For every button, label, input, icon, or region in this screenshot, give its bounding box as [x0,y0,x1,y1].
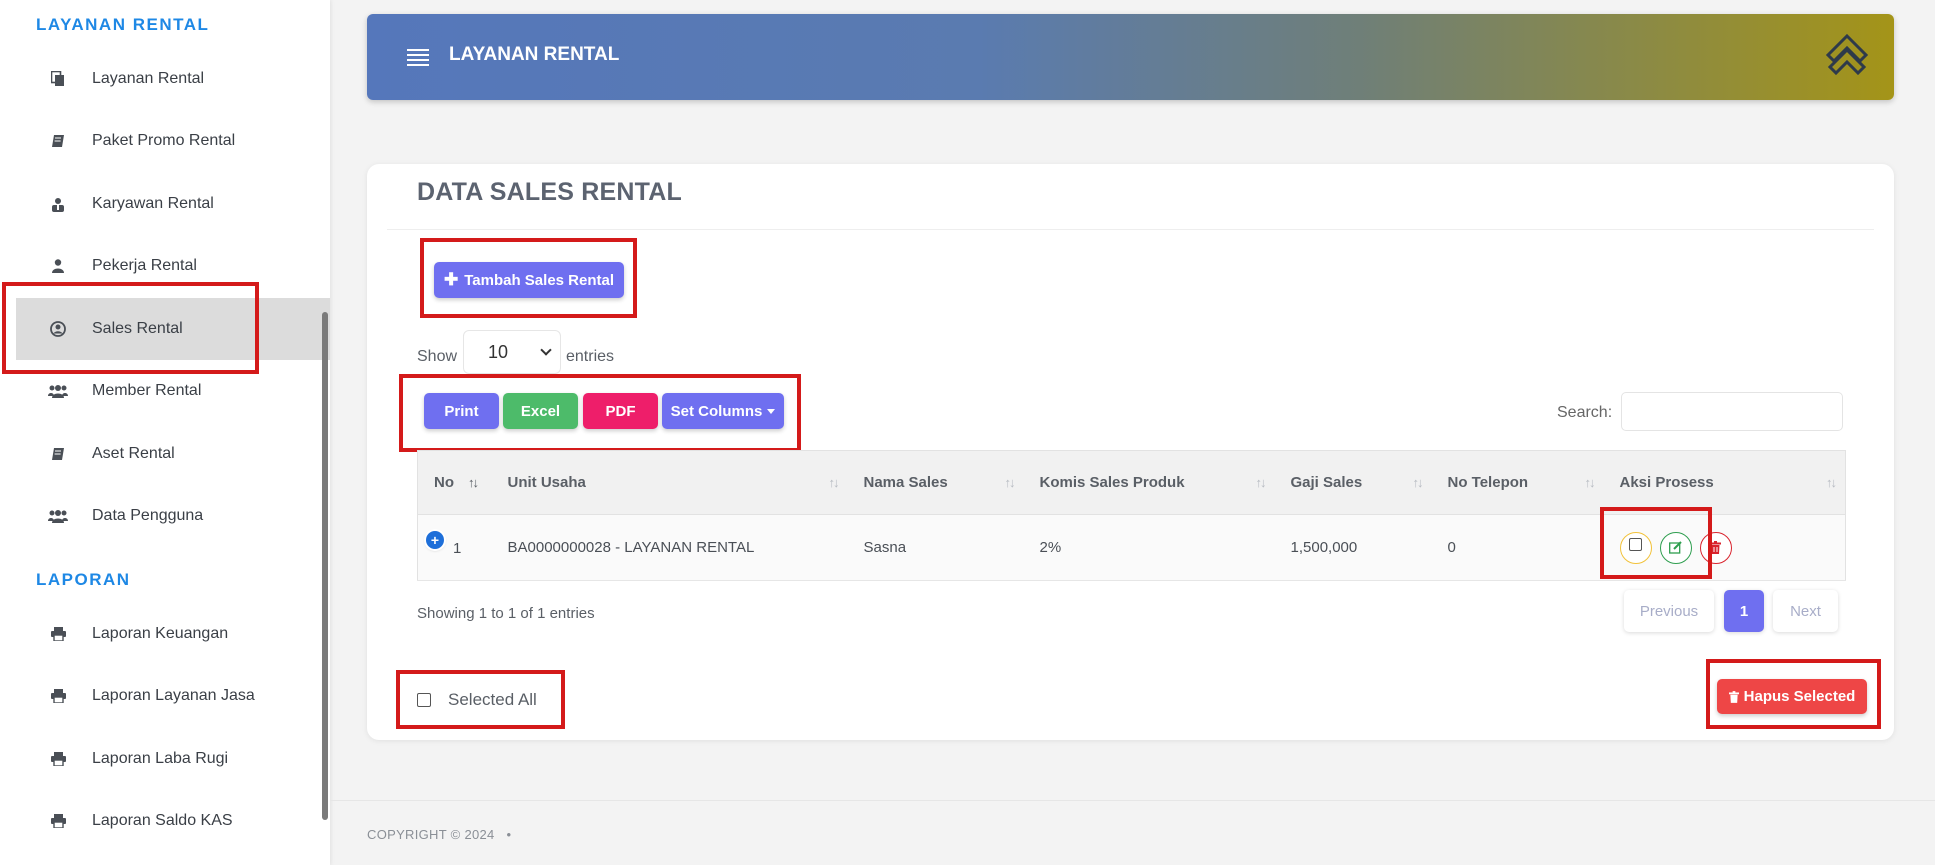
book-icon [46,447,70,461]
print-icon [46,627,70,641]
column-header-telepon[interactable]: No Telepon ↑↓ [1431,450,1604,515]
set-columns-button[interactable]: Set Columns [662,393,784,429]
search-label: Search: [1557,404,1613,421]
add-sales-label: Tambah Sales Rental [464,271,615,289]
set-columns-label: Set Columns [670,402,763,420]
sort-icon: ↑↓ [1004,475,1016,490]
pagination-page-1[interactable]: 1 [1724,590,1764,632]
top-header: LAYANAN RENTAL [367,14,1894,100]
entries-select[interactable]: 10 [463,330,561,374]
print-icon [46,689,70,703]
sidebar-item-laporan-keuangan[interactable]: Laporan Keuangan [16,603,330,665]
sort-icon: ↑↓ [1412,475,1424,490]
plus-icon: ✚ [443,270,459,289]
show-label: Show [417,348,458,365]
users-icon [46,509,70,523]
sort-icon: ↑↓ [1826,475,1837,490]
sidebar-item-karyawan-rental[interactable]: Karyawan Rental [16,173,330,235]
column-header-no[interactable]: No ↑↓ [417,450,492,515]
column-header-komisi[interactable]: Komis Sales Produk ↑↓ [1023,450,1275,515]
cell-telepon: 0 [1431,514,1604,581]
table-header-row: No ↑↓ Unit Usaha ↑↓ Nama Sales ↑↓ Komis Sal… [417,450,1846,515]
pagination-previous[interactable]: Previous [1624,590,1714,632]
sidebar-item-laporan-saldo-kas[interactable]: Laporan Saldo KAS [16,790,330,852]
table-info: Showing 1 to 1 of 1 entries [417,605,595,622]
caret-down-icon [767,408,776,414]
search-input[interactable] [1621,392,1843,431]
sidebar-scrollbar[interactable] [322,312,328,820]
pagination-next[interactable]: Next [1773,590,1838,632]
chevron-down-icon [540,344,552,356]
sidebar-item-data-pengguna[interactable]: Data Pengguna [16,485,330,547]
app-logo-icon [1822,32,1872,82]
column-header-unit-usaha[interactable]: Unit Usaha ↑↓ [491,450,848,515]
sidebar-item-label: Laporan Layanan Jasa [92,687,255,704]
add-sales-button[interactable]: ✚ Tambah Sales Rental [434,262,624,298]
footer-divider [330,800,1935,801]
select-all-checkbox[interactable]: Selected All [417,690,537,710]
checkbox-icon [417,693,431,707]
cell-gaji: 1,500,000 [1274,514,1432,581]
data-card: DATA SALES RENTAL ✚ Tambah Sales Rental … [367,164,1894,740]
cell-nama-sales: Sasna [847,514,1024,581]
select-all-label: Selected All [448,690,537,709]
delete-selected-button[interactable]: Hapus Selected [1717,679,1867,714]
sort-icon: ↑↓ [1584,475,1596,490]
sort-icon: ↑↓ [1255,475,1267,490]
print-icon [46,814,70,828]
trash-icon [1728,690,1739,703]
sidebar-item-laporan-layanan-jasa[interactable]: Laporan Layanan Jasa [16,665,330,727]
sidebar-item-label: Pekerja Rental [92,257,197,274]
sidebar: LAYANAN RENTAL Layanan Rental Paket Prom… [0,0,330,865]
cell-unit-usaha: BA0000000028 - LAYANAN RENTAL [491,514,848,581]
expand-row-icon[interactable]: + [426,530,444,549]
sidebar-item-label: Karyawan Rental [92,195,214,212]
sidebar-item-label: Paket Promo Rental [92,132,236,149]
sidebar-section-layanan: LAYANAN RENTAL [36,15,210,34]
cell-no: +1 [417,514,492,581]
sidebar-item-label: Laporan Saldo KAS [92,812,233,829]
sidebar-item-label: Layanan Rental [92,70,205,87]
sidebar-item-label: Aset Rental [92,445,175,462]
separator-dot: • [506,827,512,842]
sidebar-item-label: Member Rental [92,382,202,399]
page-title: DATA SALES RENTAL [417,178,682,206]
footer: COPYRIGHT © 2024 • [367,827,511,842]
sidebar-item-aset-rental[interactable]: Aset Rental [16,423,330,485]
sidebar-item-label: Laporan Keuangan [92,625,229,642]
cell-komisi: 2% [1023,514,1275,581]
sidebar-item-paket-promo-rental[interactable]: Paket Promo Rental [16,110,330,172]
hamburger-menu-icon[interactable] [407,49,429,66]
user-tie-icon [46,197,70,212]
user-icon [46,259,70,273]
book-icon [46,134,70,148]
sort-icon: ↑↓ [828,475,840,490]
sidebar-item-layanan-rental[interactable]: Layanan Rental [16,48,330,110]
sidebar-item-label: Laporan Laba Rugi [92,750,229,767]
copy-icon [46,71,70,87]
divider [387,229,1874,230]
header-title: LAYANAN RENTAL [449,44,620,65]
excel-button[interactable]: Excel [503,393,578,429]
highlight-box-actions [1600,507,1712,579]
print-icon [46,752,70,766]
users-icon [46,384,70,398]
sort-icon: ↑↓ [468,475,479,490]
sidebar-item-laporan-laba-rugi[interactable]: Laporan Laba Rugi [16,728,330,790]
column-header-gaji[interactable]: Gaji Sales ↑↓ [1274,450,1432,515]
column-header-aksi[interactable]: Aksi Prosess ↑↓ [1603,450,1846,515]
sidebar-item-label: Data Pengguna [92,507,204,524]
pdf-button[interactable]: PDF [583,393,658,429]
entries-label: entries [566,348,615,365]
entries-value: 10 [488,341,509,362]
copyright-text: COPYRIGHT © 2024 [367,827,495,842]
print-button[interactable]: Print [424,393,499,429]
highlight-box-sidebar-sales [2,282,259,374]
sidebar-section-laporan: LAPORAN [36,570,131,589]
column-header-nama-sales[interactable]: Nama Sales ↑↓ [847,450,1024,515]
delete-selected-label: Hapus Selected [1743,688,1856,705]
